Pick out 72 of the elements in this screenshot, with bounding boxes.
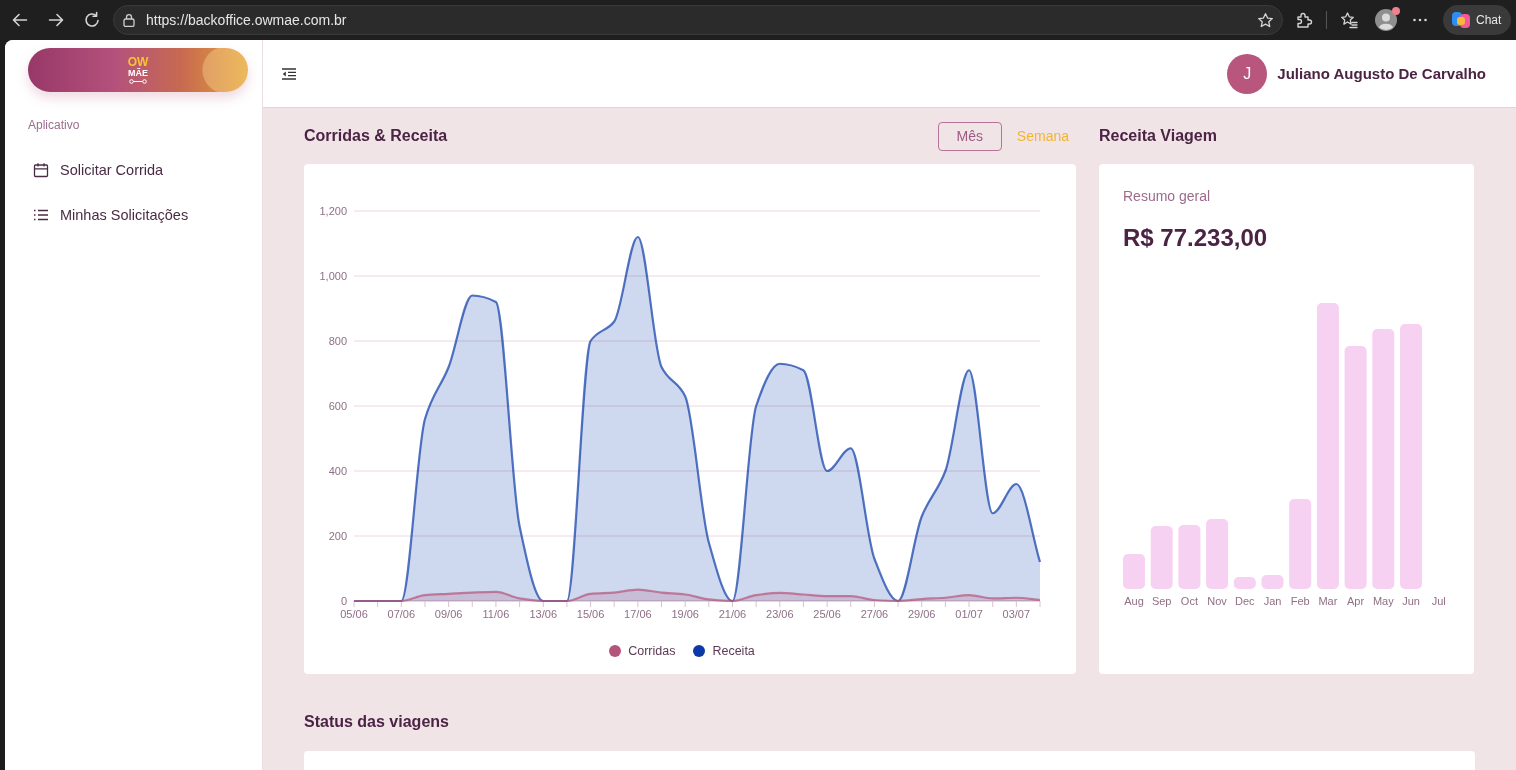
back-arrow-icon[interactable] <box>11 11 29 29</box>
user-avatar[interactable]: J <box>1227 53 1268 94</box>
lock-icon <box>123 13 135 27</box>
y-axis-label: 800 <box>328 335 347 347</box>
legend-label: Corridas <box>628 644 676 658</box>
x-axis-label: 13/06 <box>529 608 557 620</box>
month-label: Jun <box>1402 595 1420 607</box>
chat-logo-icon <box>1451 10 1471 30</box>
period-button[interactable]: Mês <box>937 121 1002 151</box>
x-axis-label: 03/07 <box>1002 608 1031 620</box>
wheels-icon <box>129 78 147 84</box>
logo-title: OW <box>127 56 149 68</box>
month-label: Mar <box>1318 595 1338 607</box>
x-axis-label: 29/06 <box>907 608 936 620</box>
revenue-bar <box>1261 575 1284 589</box>
month-label: Sep <box>1151 595 1172 607</box>
x-axis-label: 19/06 <box>671 608 699 620</box>
total-amount: R$ 77.233,00 <box>1123 224 1268 252</box>
x-axis-label: 15/06 <box>576 608 605 620</box>
notification-dot-icon <box>1392 7 1400 15</box>
y-axis-label: 600 <box>328 400 347 412</box>
logo-banner[interactable]: OW MÃE <box>28 48 248 92</box>
month-label: Dec <box>1235 595 1255 607</box>
x-axis-label: 09/06 <box>434 608 463 620</box>
section-title: Status das viagens <box>304 713 449 731</box>
month-label: Aug <box>1124 595 1144 607</box>
month-label: Apr <box>1347 595 1365 607</box>
url-text: https://backoffice.owmae.com.br <box>146 12 348 28</box>
section-title: Corridas & Receita <box>304 127 448 145</box>
month-label: Jul <box>1431 595 1446 607</box>
forward-arrow-icon[interactable] <box>47 11 65 29</box>
x-axis-label: 25/06 <box>813 608 841 620</box>
x-axis-label: 21/06 <box>718 608 747 620</box>
user-name: Juliano Augusto De Carvalho <box>1277 65 1486 82</box>
chat-button[interactable]: Chat <box>1443 5 1511 35</box>
month-label: Oct <box>1180 595 1198 607</box>
sidebar-item[interactable]: Solicitar Corrida <box>28 147 164 192</box>
reload-icon[interactable] <box>83 11 101 29</box>
summary-label: Resumo geral <box>1123 188 1211 204</box>
legend-label: Receita <box>712 644 755 658</box>
sidebar-item[interactable]: Minhas Solicitações <box>28 192 189 237</box>
x-axis-label: 11/06 <box>482 608 510 620</box>
profile-icon[interactable] <box>1375 9 1397 31</box>
star-icon[interactable] <box>1257 11 1274 29</box>
x-axis-label: 27/06 <box>860 608 889 620</box>
y-axis-label: 200 <box>328 530 347 542</box>
section-label: Aplicativo <box>28 117 80 133</box>
section-title: Receita Viagem <box>1099 127 1217 145</box>
x-axis-label: 17/06 <box>624 608 652 620</box>
x-axis-label: 05/06 <box>340 608 368 620</box>
y-axis-label: 1,000 <box>319 270 347 282</box>
month-label: Feb <box>1290 595 1310 607</box>
address-bar[interactable]: https://backoffice.owmae.com.br <box>113 5 1283 35</box>
revenue-bar <box>1150 526 1173 589</box>
month-label: Nov <box>1207 595 1227 607</box>
revenue-bar <box>1233 577 1256 589</box>
y-axis-label: 0 <box>340 595 347 607</box>
month-label: Jan <box>1263 595 1282 607</box>
revenue-bar <box>1206 519 1229 589</box>
favorites-icon[interactable] <box>1340 11 1358 29</box>
calendar-icon <box>33 161 49 178</box>
menu-collapse-icon[interactable] <box>282 67 296 80</box>
revenue-bar <box>1123 554 1145 589</box>
y-axis-label: 1,200 <box>319 205 347 217</box>
puzzle-icon[interactable] <box>1295 11 1313 29</box>
x-axis-label: 07/06 <box>387 608 416 620</box>
x-axis-label: 01/07 <box>955 608 983 620</box>
x-axis-label: 23/06 <box>766 608 794 620</box>
logo-subtitle: MÃE <box>128 67 148 78</box>
y-axis-label: 400 <box>328 465 347 477</box>
revenue-bar <box>1178 525 1201 589</box>
month-label: May <box>1372 595 1394 607</box>
